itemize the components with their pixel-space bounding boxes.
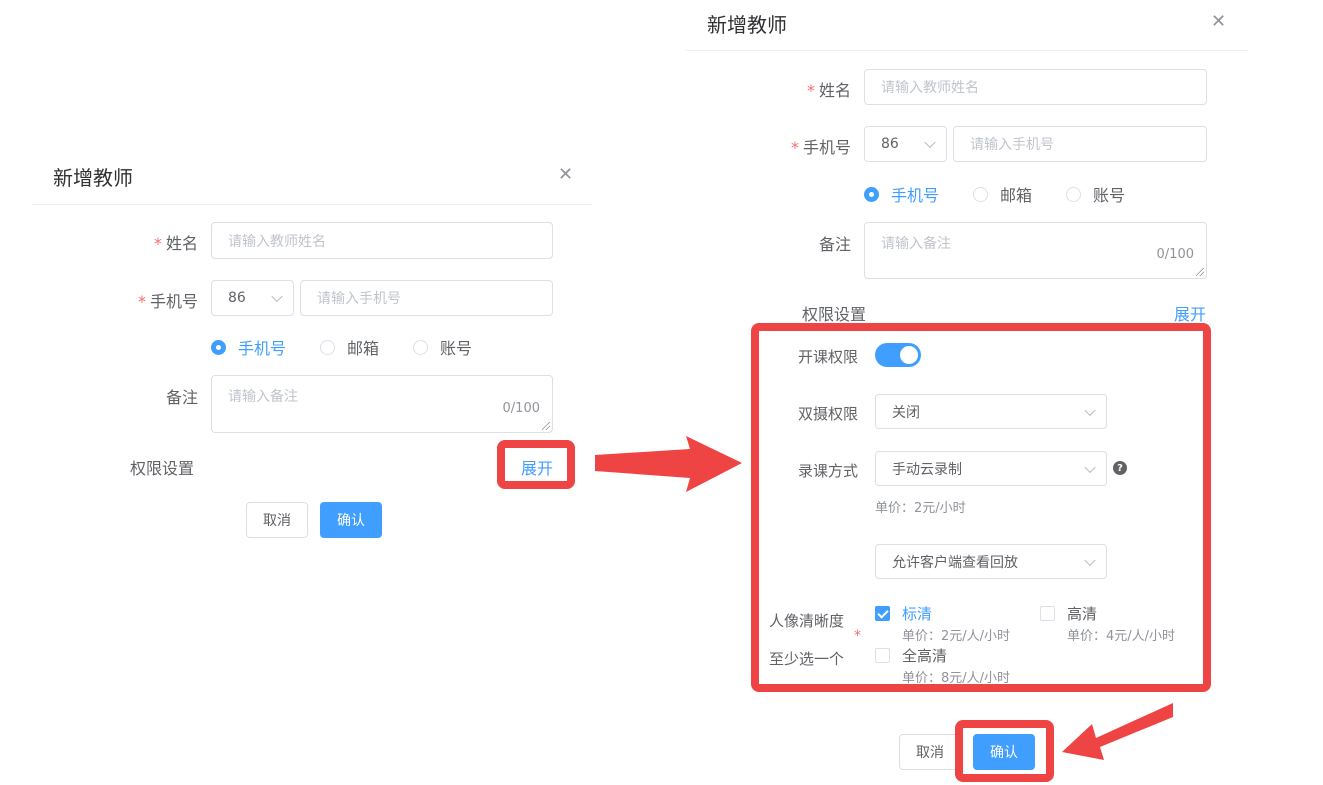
close-icon[interactable]: ✕: [1211, 13, 1226, 31]
record-mode-label: 录课方式: [798, 462, 859, 480]
name-input[interactable]: 请输入教师姓名: [864, 69, 1207, 105]
dialog-title: 新增教师: [707, 13, 787, 37]
chevron-down-icon: [1084, 461, 1096, 473]
resize-grip-icon[interactable]: [1196, 268, 1204, 276]
record-price: 单价：2元/小时: [875, 501, 966, 516]
clarity-fhd-checkbox[interactable]: 全高清: [875, 645, 947, 666]
course-permission-switch[interactable]: [875, 343, 921, 367]
cancel-button[interactable]: 取消: [899, 734, 961, 770]
clarity-hd-checkbox[interactable]: 高清: [1040, 603, 1097, 624]
phone-input[interactable]: 请输入手机号: [953, 126, 1207, 162]
playback-value: 允许客户端查看回放: [892, 554, 1018, 571]
dual-camera-value: 关闭: [892, 404, 920, 421]
switch-knob: [900, 346, 918, 364]
permission-panel: 开课权限 双摄权限 关闭 录课方式 手动云录制 ? 单价：2元/小时 允许客户端…: [759, 331, 1203, 684]
checkbox-box: [875, 648, 890, 663]
clarity-sd-price: 单价：2元/人/小时: [902, 629, 1011, 644]
chevron-down-icon: [1084, 554, 1096, 566]
course-permission-label: 开课权限: [798, 348, 859, 366]
required-mark: *: [854, 628, 861, 644]
playback-select[interactable]: 允许客户端查看回放: [875, 544, 1107, 579]
expand-link[interactable]: 展开: [1174, 301, 1206, 325]
checkbox-box: [875, 606, 890, 621]
clarity-label: 人像清晰度: [769, 612, 845, 630]
confirm-button[interactable]: 确认: [973, 734, 1035, 770]
dual-camera-label: 双摄权限: [798, 405, 859, 423]
arrow-right: [595, 436, 742, 492]
header-divider: [685, 50, 1248, 51]
help-icon[interactable]: ?: [1113, 461, 1127, 475]
remark-counter: 0/100: [1156, 247, 1194, 262]
radio-email[interactable]: 邮箱: [973, 182, 1032, 206]
country-code-value: 86: [881, 136, 899, 152]
chevron-down-icon: [924, 136, 936, 149]
phone-label: * 手机号: [790, 138, 851, 157]
record-mode-select[interactable]: 手动云录制: [875, 451, 1107, 486]
clarity-hint: 至少选一个: [769, 650, 845, 668]
dual-camera-select[interactable]: 关闭: [875, 394, 1107, 429]
radio-phone[interactable]: 手机号: [864, 182, 939, 206]
checkbox-box: [1040, 606, 1055, 621]
record-mode-value: 手动云录制: [892, 461, 962, 478]
radio-dot: [973, 186, 988, 202]
country-code-select[interactable]: 86: [864, 126, 947, 162]
permission-label: 权限设置: [802, 305, 867, 324]
clarity-fhd-price: 单价：8元/人/小时: [902, 671, 1011, 684]
remark-label: 备注: [818, 235, 851, 254]
arrow-to-confirm: [1062, 703, 1173, 760]
clarity-hd-price: 单价：4元/人/小时: [1067, 629, 1176, 644]
chevron-down-icon: [1084, 404, 1096, 416]
radio-dot: [864, 186, 879, 202]
radio-account[interactable]: 账号: [1066, 182, 1125, 206]
radio-dot: [1066, 186, 1081, 202]
clarity-sd-checkbox[interactable]: 标清: [875, 603, 932, 624]
name-label: * 姓名: [806, 81, 851, 100]
remark-textarea[interactable]: 请输入备注 0/100: [864, 222, 1207, 279]
